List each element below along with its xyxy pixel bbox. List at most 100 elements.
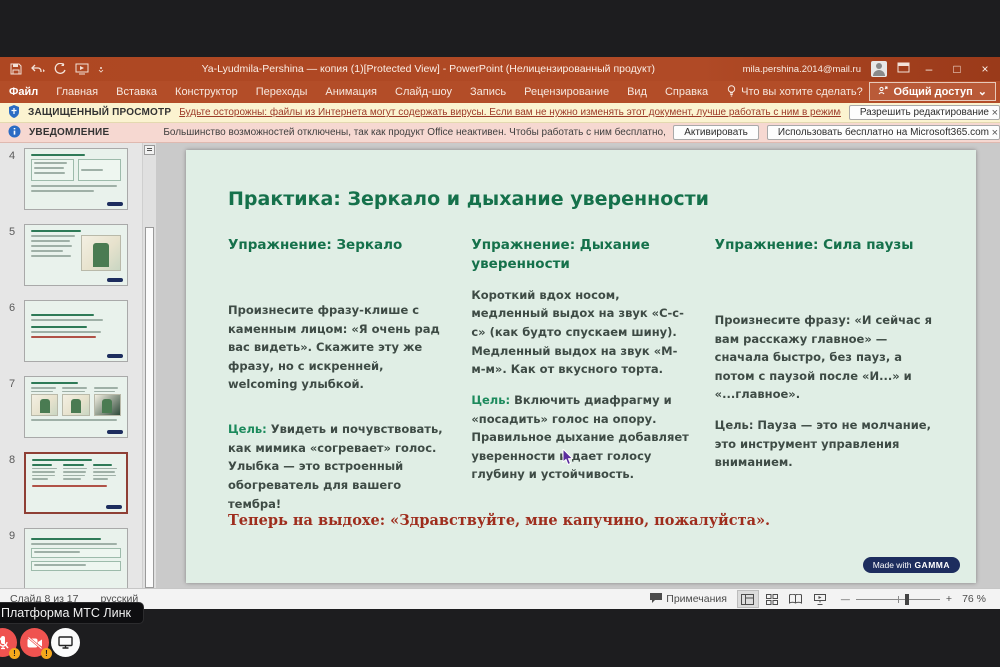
reading-view-icon[interactable] [785,590,807,608]
thumb-decor [31,154,85,156]
zoom-slider[interactable] [856,599,940,600]
mouse-cursor-icon [562,449,575,471]
zoom-in-icon[interactable]: + [946,593,952,605]
scrollbar-thumb[interactable] [145,227,154,588]
shield-icon [8,105,20,121]
thumbnail-row: 8 [0,452,142,514]
info-icon [8,125,21,141]
slide-thumbnail-5[interactable] [24,224,128,286]
notification-label: УВЕДОМЛЕНИЕ [29,127,109,138]
thumb-gamma-pill [107,430,123,434]
made-with-gamma-badge[interactable]: Made with GAMMA [863,557,960,573]
slide-thumbnail-7[interactable] [24,376,128,438]
close-button[interactable]: × [976,57,994,81]
slide-thumbnail-9[interactable] [24,528,128,588]
badge-prefix: Made with [873,560,912,570]
slide-thumbnail-6[interactable] [24,300,128,362]
thumbnail-scrollbar[interactable] [142,143,156,588]
microphone-warning-badge: ! [9,648,20,659]
powerpoint-window: Ya-Lyudmila-Pershina — копия (1)[Protect… [0,57,1000,609]
save-icon[interactable] [10,63,22,75]
tab-home[interactable]: Главная [47,81,107,103]
thumb-decor [32,485,107,487]
protected-view-message: Будьте осторожны: файлы из Интернета мог… [179,107,841,118]
thumb-gamma-pill [107,278,123,282]
notes-toggle[interactable]: Примечания [650,593,727,606]
zoom-percentage[interactable]: 76 % [962,593,986,605]
tab-review[interactable]: Рецензирование [515,81,618,103]
slide-columns: Упражнение: Зеркало Произнесите фразу-кл… [228,236,934,513]
window-title: Ya-Lyudmila-Pershina — копия (1)[Protect… [114,63,743,75]
zoom-out-icon[interactable]: — [841,594,850,604]
thumb-decor [32,464,120,482]
platform-tooltip: Платформа МТС Линк [0,602,144,624]
thumb-decor [31,382,78,384]
thumbnail-row: 6 [0,300,142,362]
banner-close-icon[interactable]: × [992,107,998,119]
slide-sorter-view-icon[interactable] [761,590,783,608]
tab-transitions[interactable]: Переходы [247,81,317,103]
start-slideshow-icon[interactable] [75,63,89,75]
thumb-decor [31,543,117,545]
thumb-decor [31,548,121,558]
slide-number: 7 [0,376,24,390]
tab-file[interactable]: Файл [0,81,47,103]
slide-thumbnail-4[interactable] [24,148,128,210]
tell-me-search[interactable]: Что вы хотите сделать? [727,85,863,100]
tab-slideshow[interactable]: Слайд-шоу [386,81,461,103]
minimize-button[interactable]: – [920,57,938,81]
slide-number: 6 [0,300,24,314]
tab-record[interactable]: Запись [461,81,515,103]
maximize-button[interactable]: □ [948,57,966,81]
zoom-slider-thumb[interactable] [905,594,909,605]
thumb-decor [31,185,117,187]
slide-thumbnail-8-current[interactable] [24,452,128,514]
notes-icon [650,593,662,606]
account-email[interactable]: mila.pershina.2014@mail.ru [743,64,861,75]
statusbar-right: Примечания — + 76 % [650,590,1000,608]
normal-view-icon[interactable] [737,590,759,608]
thumb-decor [31,319,103,321]
exercise-column-mirror: Упражнение: Зеркало Произнесите фразу-кл… [228,236,447,513]
notification-message: Большинство возможностей отключены, так … [163,127,665,138]
protected-view-banner: ЗАЩИЩЕННЫЙ ПРОСМОТР Будьте осторожны: фа… [0,103,1000,123]
camera-off-button[interactable]: ! [20,628,49,657]
zoom-control: — + [841,593,952,605]
quick-access-toolbar [0,63,114,75]
banner-close-icon[interactable]: × [992,127,998,139]
thumb-decor [31,336,96,338]
tab-help[interactable]: Справка [656,81,717,103]
slide-8[interactable]: Практика: Зеркало и дыхание уверенности … [186,150,976,583]
thumbnail-row: 5 [0,224,142,286]
goal-label: Цель: [228,422,267,436]
notes-label: Примечания [666,593,727,605]
activate-button[interactable]: Активировать [673,125,759,140]
camera-warning-badge: ! [41,648,52,659]
thumb-decor [31,419,117,421]
thumb-decor [31,314,94,316]
undo-icon[interactable] [31,64,45,75]
thumb-gamma-pill [107,354,123,358]
tab-insert[interactable]: Вставка [107,81,166,103]
use-free-button[interactable]: Использовать бесплатно на Microsoft365.c… [767,125,1000,140]
customize-qat-icon[interactable] [98,65,104,73]
screen-share-icon [58,636,73,649]
ribbon-display-options-icon[interactable] [897,62,910,76]
microphone-off-button[interactable]: ! [0,628,17,657]
share-button[interactable]: Общий доступ ⌄ [869,82,996,101]
column-heading: Упражнение: Зеркало [228,236,447,255]
title-bar: Ya-Lyudmila-Pershina — копия (1)[Protect… [0,57,1000,81]
enable-editing-button[interactable]: Разрешить редактирование [849,105,1000,120]
redo-icon[interactable] [54,63,66,75]
thumb-decor [31,387,121,416]
slide-footer-text: Теперь на выдохе: «Здравствуйте, мне кап… [228,512,770,529]
panel-collapse-handle-icon[interactable] [144,145,155,155]
tab-design[interactable]: Конструктор [166,81,247,103]
slide-number: 8 [0,452,24,466]
slide-canvas: Практика: Зеркало и дыхание уверенности … [156,143,1000,588]
screen-share-button[interactable] [51,628,80,657]
slideshow-view-icon[interactable] [809,590,831,608]
tab-animations[interactable]: Анимация [316,81,386,103]
account-avatar[interactable] [871,61,887,77]
tab-view[interactable]: Вид [618,81,656,103]
